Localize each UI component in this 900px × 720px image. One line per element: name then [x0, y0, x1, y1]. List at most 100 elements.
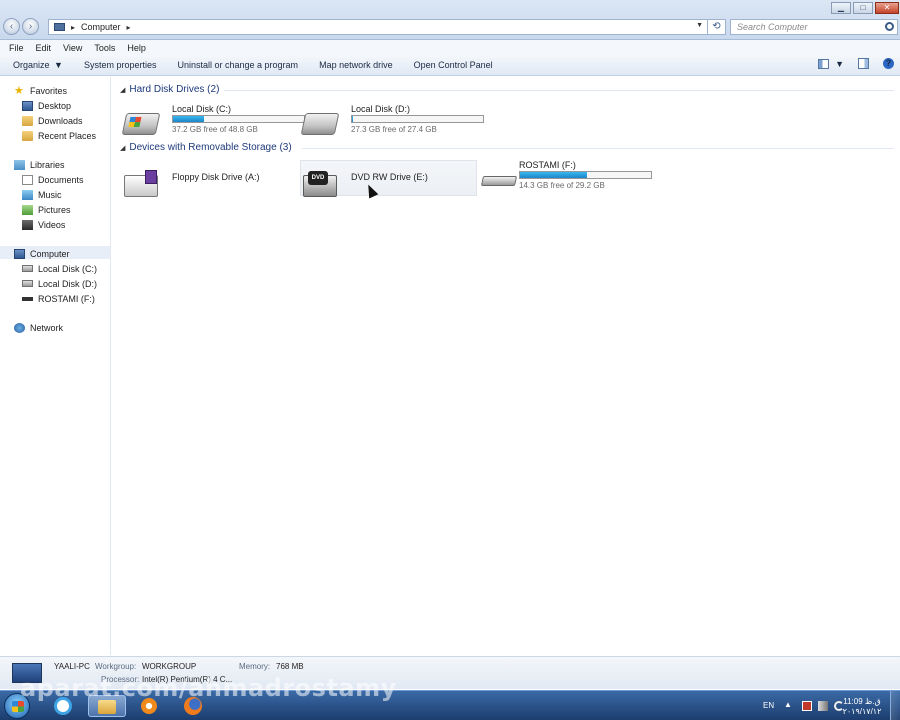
address-bar[interactable]: ▸ Computer ▸ ▼ — [48, 19, 708, 35]
forward-button[interactable]: › — [22, 18, 39, 35]
nav-favorites[interactable]: ★ Favorites — [14, 84, 67, 97]
drive-tile-e[interactable]: DVD DVD RW Drive (E:) — [300, 160, 477, 197]
nav-label: Local Disk (D:) — [38, 278, 98, 289]
nav-network[interactable]: Network — [14, 321, 63, 334]
drive-name: DVD RW Drive (E:) — [351, 172, 428, 182]
nav-libraries[interactable]: Libraries — [14, 158, 65, 171]
drive-tile-a[interactable]: Floppy Disk Drive (A:) — [122, 161, 300, 197]
breadcrumb-chevron-icon[interactable]: ▸ — [127, 23, 131, 32]
maximize-button[interactable]: □ — [853, 2, 873, 14]
drive-free-space: 14.3 GB free of 29.2 GB — [519, 181, 605, 190]
drive-tile-c[interactable]: Local Disk (C:) 37.2 GB free of 48.8 GB — [121, 104, 305, 140]
downloads-folder-icon — [22, 115, 33, 126]
group-hard-disk-drives[interactable]: ◢ Hard Disk Drives (2) — [120, 84, 219, 95]
address-history-dropdown-icon[interactable]: ▼ — [696, 22, 703, 29]
drive-tile-f[interactable]: ROSTAMI (F:) 14.3 GB free of 29.2 GB — [480, 160, 658, 196]
menu-file[interactable]: File — [9, 43, 24, 53]
nav-label: Pictures — [38, 204, 71, 215]
videos-icon — [22, 219, 33, 230]
group-divider — [302, 148, 894, 149]
preview-pane-icon[interactable] — [858, 58, 869, 69]
content-pane: ◢ Hard Disk Drives (2) Local Disk (C:) 3… — [112, 77, 900, 655]
breadcrumb-computer[interactable]: Computer — [81, 22, 121, 32]
minimize-button[interactable]: ▁ — [831, 2, 851, 14]
change-view-button[interactable]: ▼ — [818, 58, 844, 69]
show-desktop-button[interactable] — [890, 691, 900, 720]
nav-label: Network — [30, 322, 64, 333]
details-memory: 768 MB — [276, 662, 304, 671]
menu-bar: File Edit View Tools Help — [0, 40, 900, 55]
show-hidden-icons-button[interactable]: ▲ — [784, 700, 792, 720]
nav-label: Documents — [38, 174, 84, 185]
drive-usage-fill — [173, 116, 205, 122]
nav-rostami-f[interactable]: ROSTAMI (F:) — [22, 292, 95, 305]
nav-pictures[interactable]: Pictures — [22, 203, 71, 216]
refresh-button[interactable]: ⟲ — [708, 19, 726, 35]
hard-disk-icon — [121, 113, 161, 135]
open-control-panel-button[interactable]: Open Control Panel — [414, 60, 493, 70]
nav-music[interactable]: Music — [22, 188, 62, 201]
nav-computer[interactable]: Computer — [14, 247, 70, 260]
uninstall-program-button[interactable]: Uninstall or change a program — [177, 60, 298, 70]
system-properties-button[interactable]: System properties — [84, 60, 157, 70]
clock-date: ۲۰۱۹/۱۷/۱۲ — [842, 707, 882, 716]
nav-label: Music — [38, 189, 62, 200]
nav-label: Recent Places — [38, 130, 97, 141]
details-workgroup: WORKGROUP — [142, 662, 197, 671]
windows-logo-icon — [12, 701, 24, 712]
star-icon: ★ — [14, 84, 24, 97]
drive-usage-fill — [520, 172, 587, 178]
help-icon[interactable]: ? — [883, 58, 894, 69]
hard-disk-icon — [22, 265, 33, 272]
chevron-down-icon: ▼ — [51, 60, 63, 70]
collapse-triangle-icon[interactable]: ◢ — [120, 86, 125, 94]
nav-recent-places[interactable]: Recent Places — [22, 129, 96, 142]
recent-places-icon — [22, 130, 33, 141]
nav-downloads[interactable]: Downloads — [22, 114, 83, 127]
desktop-icon — [22, 100, 33, 111]
windows-logo-icon — [128, 117, 142, 127]
computer-icon — [14, 248, 25, 259]
title-bar: ‹ › ▸ Computer ▸ ▼ ⟲ Search Computer ▁ □… — [0, 0, 900, 40]
menu-tools[interactable]: Tools — [94, 43, 115, 53]
clock[interactable]: 11:09 ق.ظ ۲۰۱۹/۱۷/۱۲ — [838, 697, 886, 717]
organize-button[interactable]: Organize ▼ — [13, 60, 63, 70]
drive-tile-d[interactable]: Local Disk (D:) 27.3 GB free of 27.4 GB — [300, 104, 484, 140]
pictures-icon — [22, 204, 33, 215]
nav-label: Computer — [30, 248, 70, 259]
collapse-triangle-icon[interactable]: ◢ — [120, 144, 125, 152]
group-removable-storage[interactable]: ◢ Devices with Removable Storage (3) — [120, 142, 292, 153]
chevron-down-icon: ▼ — [835, 58, 844, 69]
menu-help[interactable]: Help — [127, 43, 146, 53]
hard-disk-icon — [22, 280, 33, 287]
map-network-drive-button[interactable]: Map network drive — [319, 60, 393, 70]
drive-usage-bar — [351, 115, 484, 123]
drive-free-space: 37.2 GB free of 48.8 GB — [172, 125, 258, 134]
organize-label: Organize — [13, 60, 50, 70]
language-indicator[interactable]: EN — [763, 701, 774, 720]
clock-time: 11:09 ق.ظ — [843, 697, 881, 706]
nav-desktop[interactable]: Desktop — [22, 99, 71, 112]
close-button[interactable]: ✕ — [875, 2, 899, 14]
nav-videos[interactable]: Videos — [22, 218, 65, 231]
menu-edit[interactable]: Edit — [36, 43, 52, 53]
nav-local-disk-d[interactable]: Local Disk (D:) — [22, 277, 97, 290]
command-bar: Organize ▼ System properties Uninstall o… — [0, 55, 900, 76]
group-title: Devices with Removable Storage (3) — [129, 142, 292, 153]
network-tray-icon[interactable] — [818, 701, 828, 711]
drive-name: Local Disk (D:) — [351, 104, 411, 114]
music-icon — [22, 189, 33, 200]
breadcrumb-chevron-icon[interactable]: ▸ — [71, 23, 75, 32]
menu-view[interactable]: View — [63, 43, 82, 53]
group-divider — [224, 90, 894, 91]
back-button[interactable]: ‹ — [3, 18, 20, 35]
search-icon[interactable] — [885, 22, 894, 31]
nav-documents[interactable]: Documents — [22, 173, 84, 186]
search-input[interactable]: Search Computer — [730, 19, 898, 35]
nav-local-disk-c[interactable]: Local Disk (C:) — [22, 262, 97, 275]
nav-label: Downloads — [38, 115, 83, 126]
action-center-icon[interactable] — [802, 701, 812, 711]
details-workgroup-label: Workgroup: — [95, 662, 137, 671]
view-icon — [818, 58, 830, 69]
hard-disk-icon — [300, 113, 340, 135]
